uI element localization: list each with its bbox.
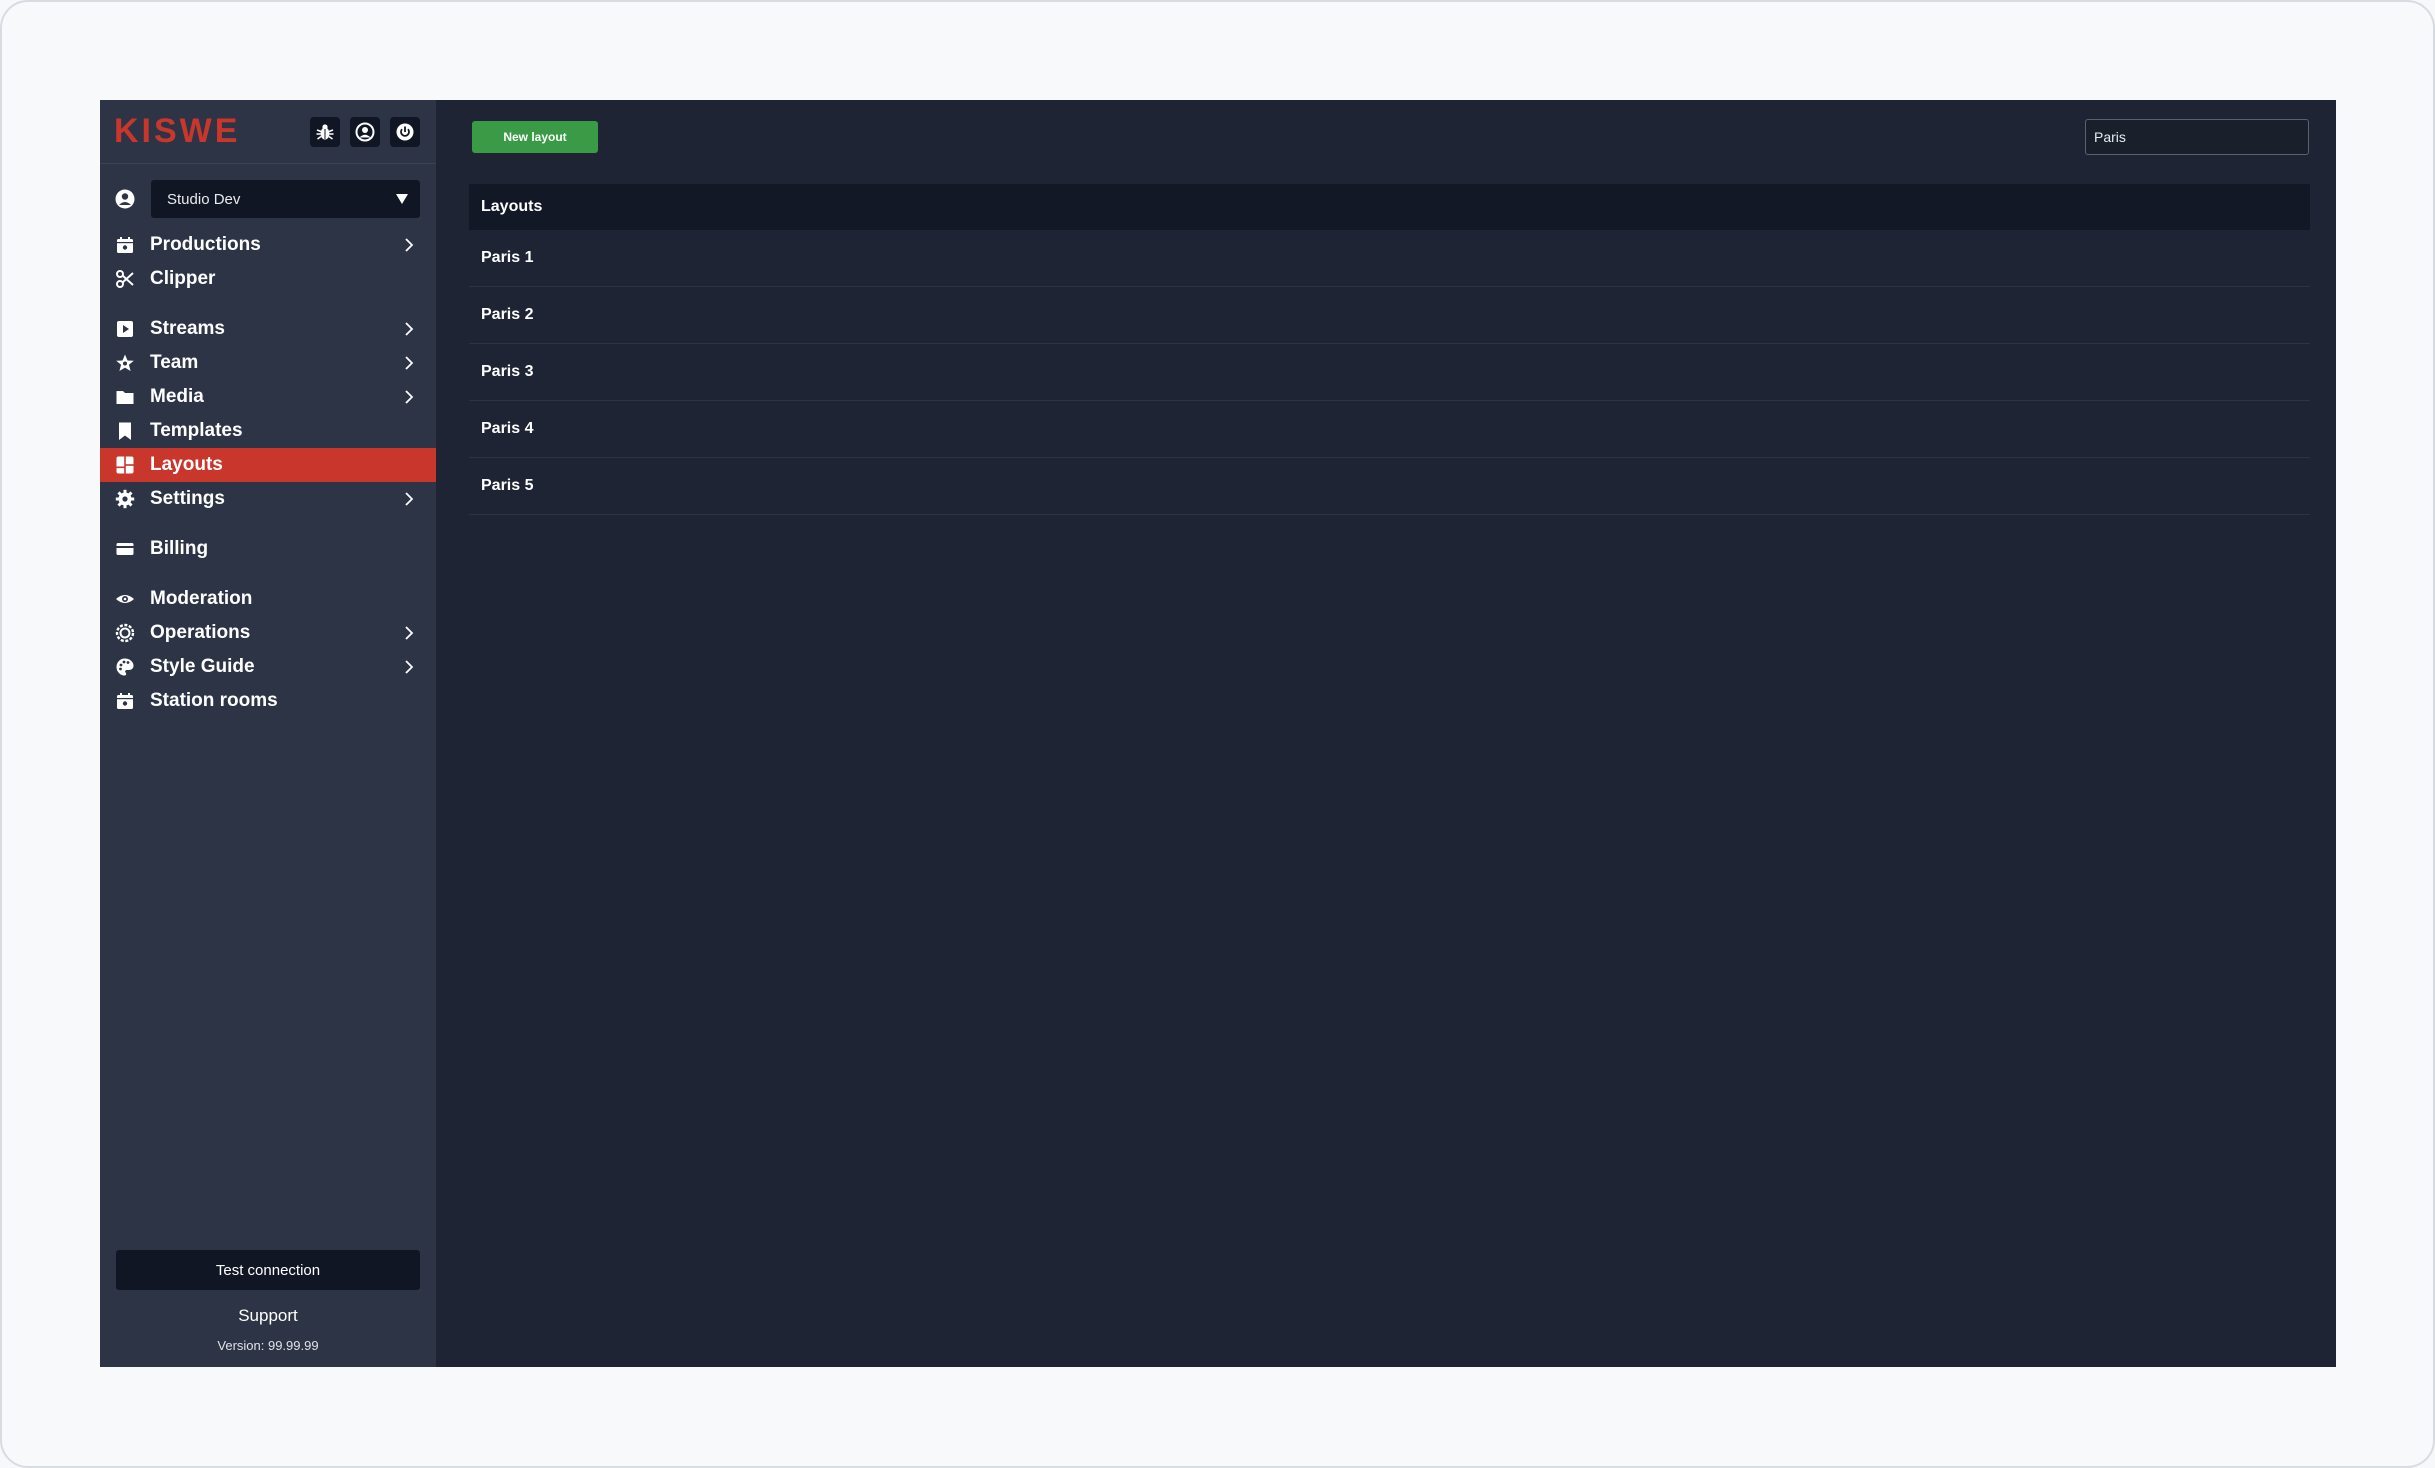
bookmark-icon <box>114 420 136 442</box>
eye-icon <box>114 588 136 610</box>
table-row[interactable]: Paris 4 <box>469 401 2310 458</box>
sidebar-item-label: Templates <box>150 420 243 441</box>
sidebar-item-clipper[interactable]: Clipper <box>100 262 436 296</box>
sidebar-item-label: Productions <box>150 234 261 255</box>
chevron-right-icon <box>405 492 414 506</box>
cog-ring-icon <box>114 622 136 644</box>
user-circle-icon[interactable] <box>350 116 380 147</box>
sidebar-item-style-guide[interactable]: Style Guide <box>100 650 436 684</box>
sidebar-item-label: Clipper <box>150 268 216 289</box>
sidebar-item-layouts[interactable]: Layouts <box>100 448 436 482</box>
sidebar-item-media[interactable]: Media <box>100 380 436 414</box>
version-text: Version: 99.99.99 <box>217 1338 319 1353</box>
sidebar-footer: Test connection Support Version: 99.99.9… <box>100 1250 436 1367</box>
sidebar-item-label: Station rooms <box>150 690 278 711</box>
sidebar-item-label: Style Guide <box>150 656 255 677</box>
user-circle-icon <box>115 189 135 209</box>
app: KISWE Studio Dev Productions Clipper Str… <box>100 100 2336 1367</box>
sidebar-item-productions[interactable]: Productions <box>100 228 436 262</box>
sidebar-item-billing[interactable]: Billing <box>100 532 436 566</box>
org-row: Studio Dev <box>100 180 436 218</box>
sidebar: KISWE Studio Dev Productions Clipper Str… <box>100 100 436 1367</box>
credit-card-icon <box>114 538 136 560</box>
sidebar-item-operations[interactable]: Operations <box>100 616 436 650</box>
new-layout-button[interactable]: New layout <box>472 121 598 153</box>
table-row[interactable]: Paris 5 <box>469 458 2310 515</box>
sidebar-item-label: Moderation <box>150 588 253 609</box>
chevron-right-icon <box>405 322 414 336</box>
star-icon <box>114 352 136 374</box>
table-row[interactable]: Paris 2 <box>469 287 2310 344</box>
play-icon <box>114 318 136 340</box>
toolbar: New layout <box>468 100 2310 184</box>
chevron-right-icon <box>405 626 414 640</box>
search-input[interactable] <box>2085 119 2309 155</box>
palette-icon <box>114 656 136 678</box>
main-content: New layout Layouts Paris 1 Paris 2 Paris… <box>436 100 2336 1367</box>
sidebar-nav: Productions Clipper Streams Team Media T… <box>100 228 436 718</box>
header-icons <box>310 116 420 147</box>
gear-icon <box>114 488 136 510</box>
kiswe-logo: KISWE <box>114 112 241 150</box>
sidebar-item-label: Streams <box>150 318 225 339</box>
test-connection-button[interactable]: Test connection <box>116 1250 420 1290</box>
chevron-right-icon <box>405 238 414 252</box>
calendar-icon <box>114 690 136 712</box>
support-link[interactable]: Support <box>100 1306 436 1326</box>
table-header: Layouts <box>469 184 2310 230</box>
chevron-right-icon <box>405 356 414 370</box>
sidebar-item-label: Billing <box>150 538 209 559</box>
sidebar-item-templates[interactable]: Templates <box>100 414 436 448</box>
bug-icon[interactable] <box>310 116 340 147</box>
layouts-table: Layouts Paris 1 Paris 2 Paris 3 Paris 4 … <box>469 184 2310 515</box>
calendar-icon <box>114 234 136 256</box>
sidebar-item-label: Settings <box>150 488 225 509</box>
chevron-right-icon <box>405 390 414 404</box>
table-row[interactable]: Paris 3 <box>469 344 2310 401</box>
caret-down-icon <box>396 194 408 204</box>
sidebar-item-label: Team <box>150 352 199 373</box>
sidebar-header: KISWE <box>100 100 436 164</box>
sidebar-item-team[interactable]: Team <box>100 346 436 380</box>
sidebar-item-label: Operations <box>150 622 251 643</box>
table-row[interactable]: Paris 1 <box>469 230 2310 287</box>
chevron-right-icon <box>405 660 414 674</box>
sidebar-item-station-rooms[interactable]: Station rooms <box>100 684 436 718</box>
sidebar-item-settings[interactable]: Settings <box>100 482 436 516</box>
power-icon[interactable] <box>390 116 420 147</box>
sidebar-item-label: Layouts <box>150 454 223 475</box>
folder-icon <box>114 386 136 408</box>
scissors-icon <box>114 268 136 290</box>
sidebar-item-moderation[interactable]: Moderation <box>100 582 436 616</box>
sidebar-item-streams[interactable]: Streams <box>100 312 436 346</box>
sidebar-item-label: Media <box>150 386 204 407</box>
layout-icon <box>114 454 136 476</box>
organization-select[interactable]: Studio Dev <box>151 180 420 218</box>
organization-select-value: Studio Dev <box>167 190 241 208</box>
